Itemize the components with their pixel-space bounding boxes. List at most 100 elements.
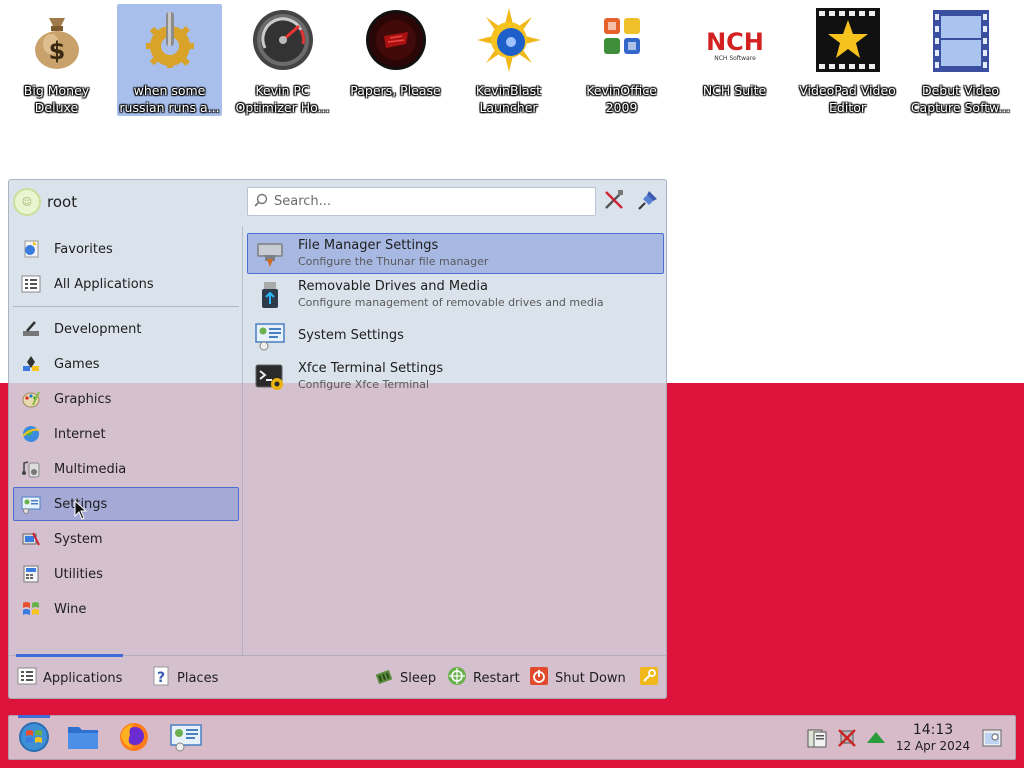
category-games[interactable]: Games <box>13 347 239 381</box>
places-tab-label: Places <box>177 670 219 686</box>
places-tab[interactable]: ? Places <box>151 664 218 692</box>
clipboard-tray-icon[interactable] <box>806 727 828 749</box>
desktop-icon-papers-please[interactable]: Papers, Please <box>343 4 448 116</box>
category-multimedia[interactable]: Multimedia <box>13 452 239 486</box>
tools-icon <box>603 189 625 215</box>
logout-button[interactable] <box>639 664 659 692</box>
key-icon <box>639 666 659 690</box>
applications-tab-indicator <box>16 654 123 657</box>
settings-manager-icon <box>170 722 202 756</box>
file-manager-settings-icon <box>254 238 286 270</box>
file-manager-taskbar-button[interactable] <box>65 721 101 757</box>
folder-icon <box>67 723 99 755</box>
shutdown-button[interactable]: Shut Down <box>529 664 626 692</box>
category-favorites[interactable]: Favorites <box>13 232 239 266</box>
app-name: File Manager Settings <box>298 238 439 253</box>
desktop-icon-label: VideoPad Video Editor <box>799 83 896 115</box>
applications-icon <box>17 666 37 690</box>
applications-tab[interactable]: Applications <box>17 664 122 692</box>
desktop-icon-kevinblast[interactable]: KevinBlast Launcher <box>456 4 561 116</box>
settings-taskbar-button[interactable] <box>168 721 204 757</box>
desktop-icon-label: Big Money Deluxe <box>23 83 90 115</box>
sleep-label: Sleep <box>400 670 437 686</box>
category-settings[interactable]: Settings <box>13 487 239 521</box>
film-strip-icon <box>929 8 993 72</box>
graphics-icon <box>20 388 42 410</box>
nch-logo-icon: NCH NCH Software <box>702 8 767 72</box>
papers-please-icon <box>364 8 428 72</box>
desktop-icon-label: Papers, Please <box>350 83 441 98</box>
network-disconnected-tray-icon[interactable] <box>836 727 858 749</box>
show-desktop-icon[interactable] <box>981 727 1003 749</box>
app-xfce-terminal-settings[interactable]: Xfce Terminal Settings Configure Xfce Te… <box>247 356 664 397</box>
sleep-button[interactable]: Sleep <box>374 664 436 692</box>
category-separator <box>13 306 239 307</box>
sun-disc-icon <box>476 8 541 72</box>
application-list: File Manager Settings Configure the Thun… <box>247 226 664 656</box>
category-label: Multimedia <box>54 461 127 477</box>
search-field[interactable] <box>247 187 596 216</box>
start-button-indicator <box>18 715 50 718</box>
category-label: Favorites <box>54 241 113 257</box>
category-development[interactable]: Development <box>13 312 239 346</box>
category-utilities[interactable]: Utilities <box>13 557 239 591</box>
office-icon <box>590 8 654 72</box>
category-label: Wine <box>54 601 87 617</box>
clock-time: 14:13 <box>912 722 954 738</box>
desktop-icon-russian[interactable]: when some russian runs a... <box>117 4 222 116</box>
search-icon <box>254 192 268 211</box>
desktop-icon-kevin-pc-optimizer[interactable]: Kevin PC Optimizer Ho... <box>230 4 335 116</box>
all-apps-icon <box>20 273 42 295</box>
desktop-icon-kevinoffice[interactable]: KevinOffice 2009 <box>569 4 674 116</box>
windows-logo-icon <box>18 721 50 757</box>
desktop-icon-label: KevinOffice 2009 <box>586 83 657 115</box>
desktop-icon-label: NCH Suite <box>702 83 767 98</box>
app-description: Configure the Thunar file manager <box>298 255 489 268</box>
desktop-icon-debut-video[interactable]: Debut Video Capture Softw... <box>908 4 1013 116</box>
svg-text:?: ? <box>157 670 165 686</box>
svg-text:NCH: NCH <box>706 28 764 56</box>
app-file-manager-settings[interactable]: File Manager Settings Configure the Thun… <box>247 233 664 274</box>
places-icon: ? <box>151 666 171 690</box>
pin-menu-button[interactable] <box>635 189 661 215</box>
favorites-icon <box>20 238 42 260</box>
shutdown-label: Shut Down <box>555 670 626 686</box>
app-removable-drives[interactable]: Removable Drives and Media Configure man… <box>247 274 664 315</box>
application-menu: ☺ root Favorites All Applications <box>8 179 667 699</box>
category-label: System <box>54 531 103 547</box>
gear-icon <box>138 8 202 72</box>
firefox-taskbar-button[interactable] <box>116 721 152 757</box>
desktop-icon-nch-suite[interactable]: NCH NCH Software NCH Suite <box>682 4 787 116</box>
updates-tray-icon[interactable] <box>865 727 887 749</box>
category-label: Games <box>54 356 100 372</box>
category-all-applications[interactable]: All Applications <box>13 267 239 301</box>
desktop-icon-label: Kevin PC Optimizer Ho... <box>235 83 330 115</box>
category-graphics[interactable]: Graphics <box>13 382 239 416</box>
category-internet[interactable]: Internet <box>13 417 239 451</box>
firefox-icon <box>118 721 150 757</box>
search-input[interactable] <box>274 194 574 209</box>
gauge-icon <box>251 8 315 72</box>
app-name: Xfce Terminal Settings <box>298 361 444 376</box>
app-system-settings[interactable]: System Settings <box>247 315 664 356</box>
applications-tab-label: Applications <box>43 670 123 686</box>
desktop-icon-label: when some russian runs a... <box>119 83 220 115</box>
category-system[interactable]: System <box>13 522 239 556</box>
clock[interactable]: 14:13 12 Apr 2024 <box>893 722 973 754</box>
multimedia-icon <box>20 458 42 480</box>
category-label: Internet <box>54 426 106 442</box>
desktop-icon-videopad[interactable]: VideoPad Video Editor <box>795 4 900 116</box>
wine-icon <box>20 598 42 620</box>
app-description: Configure Xfce Terminal <box>298 378 430 391</box>
restart-button[interactable]: Restart <box>447 664 520 692</box>
desktop-icon-big-money-deluxe[interactable]: $ Big Money Deluxe <box>4 4 109 116</box>
svg-text:NCH Software: NCH Software <box>714 55 756 62</box>
terminal-settings-icon <box>254 361 286 393</box>
start-button[interactable] <box>16 721 52 757</box>
utilities-icon <box>20 563 42 585</box>
usb-drive-icon <box>254 279 286 311</box>
sleep-icon <box>374 666 394 690</box>
category-wine[interactable]: Wine <box>13 592 239 626</box>
restart-label: Restart <box>473 670 520 686</box>
settings-manager-button[interactable] <box>601 189 627 215</box>
